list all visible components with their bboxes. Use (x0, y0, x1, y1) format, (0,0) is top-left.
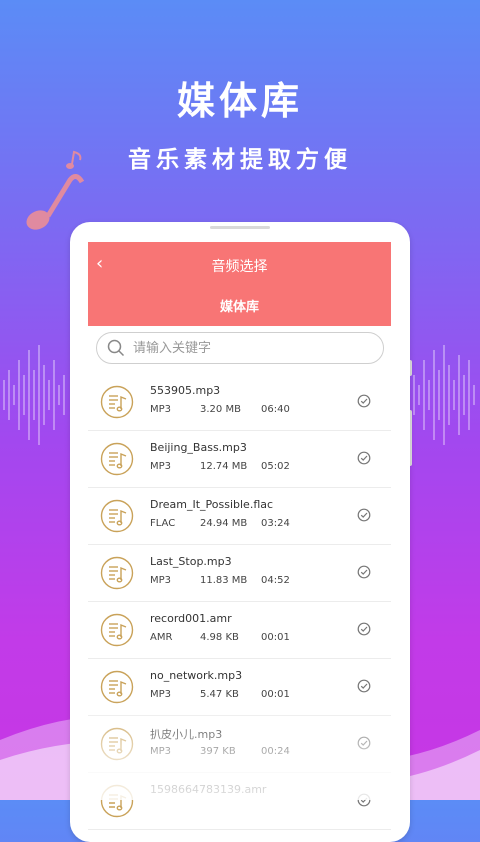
music-file-icon (100, 385, 134, 419)
file-name: record001.amr (150, 612, 232, 625)
music-file-icon (100, 499, 134, 533)
file-size: 5.47 KB (200, 689, 239, 700)
hero-title: 媒体库 (176, 79, 303, 123)
file-row[interactable]: no_network.mp3 MP3 5.47 KB 00:01 (88, 659, 391, 716)
select-check-icon[interactable] (357, 394, 371, 408)
file-row[interactable]: Last_Stop.mp3 MP3 11.83 MB 04:52 (88, 545, 391, 602)
file-name: Dream_It_Possible.flac (150, 498, 274, 511)
page-title: 音频选择 (211, 259, 268, 275)
sound-wave-left (3, 345, 65, 445)
file-row[interactable]: Dream_It_Possible.flac FLAC 24.94 MB 03:… (88, 488, 391, 545)
music-file-icon (100, 442, 134, 476)
select-check-icon[interactable] (357, 793, 371, 807)
file-name: Last_Stop.mp3 (150, 555, 232, 568)
select-check-icon[interactable] (357, 565, 371, 579)
sound-wave-right (413, 345, 475, 445)
file-duration: 03:24 (261, 518, 290, 529)
file-name: 扒皮小儿.mp3 (150, 728, 223, 741)
file-list: 553905.mp3 MP3 3.20 MB 06:40 Beijing_Bas… (88, 374, 391, 830)
file-duration: 00:24 (261, 746, 290, 757)
music-file-icon (100, 556, 134, 590)
file-type: MP3 (150, 404, 172, 415)
file-duration: 06:40 (261, 404, 290, 415)
app-header: ‹ 音频选择 媒体库 (88, 242, 391, 326)
music-file-icon (100, 784, 134, 818)
file-type: FLAC (150, 518, 176, 529)
file-size: 3.20 MB (200, 404, 241, 415)
file-type: MP3 (150, 575, 172, 586)
file-duration: 04:52 (261, 575, 290, 586)
search-bar[interactable] (96, 332, 384, 364)
file-name: Beijing_Bass.mp3 (150, 441, 247, 454)
file-type: AMR (150, 632, 173, 643)
tab-media-library[interactable]: 媒体库 (88, 296, 391, 315)
file-row[interactable]: Beijing_Bass.mp3 MP3 12.74 MB 05:02 (88, 431, 391, 488)
file-row[interactable]: 553905.mp3 MP3 3.20 MB 06:40 (88, 374, 391, 431)
file-row[interactable]: 159866478313​9.amr (88, 773, 391, 830)
search-input[interactable] (133, 338, 373, 358)
select-check-icon[interactable] (357, 622, 371, 636)
music-file-icon (100, 727, 134, 761)
file-size: 24.94 MB (200, 518, 248, 529)
file-name: 553905.mp3 (150, 384, 221, 397)
file-type: MP3 (150, 461, 172, 472)
file-type: MP3 (150, 689, 172, 700)
file-name: no_network.mp3 (150, 669, 243, 682)
file-duration: 00:01 (261, 632, 290, 643)
select-check-icon[interactable] (357, 451, 371, 465)
select-check-icon[interactable] (357, 508, 371, 522)
select-check-icon[interactable] (357, 679, 371, 693)
file-row[interactable]: 扒皮小儿.mp3 MP3 397 KB 00:24 (88, 716, 391, 773)
music-file-icon (100, 670, 134, 704)
select-check-icon[interactable] (357, 736, 371, 750)
phone-mockup: ‹ 音频选择 媒体库 553905.mp3 MP3 3.20 MB 06:40 (70, 222, 410, 842)
file-row[interactable]: record001.amr AMR 4.98 KB 00:01 (88, 602, 391, 659)
search-icon (107, 339, 125, 357)
file-size: 397 KB (200, 746, 236, 757)
music-file-icon (100, 613, 134, 647)
file-duration: 05:02 (261, 461, 290, 472)
phone-speaker (210, 226, 270, 229)
file-size: 11.83 MB (200, 575, 248, 586)
file-size: 12.74 MB (200, 461, 248, 472)
file-type: MP3 (150, 746, 172, 757)
file-size: 4.98 KB (200, 632, 239, 643)
file-duration: 00:01 (261, 689, 290, 700)
file-name: 159866478313​9.amr (150, 783, 267, 796)
